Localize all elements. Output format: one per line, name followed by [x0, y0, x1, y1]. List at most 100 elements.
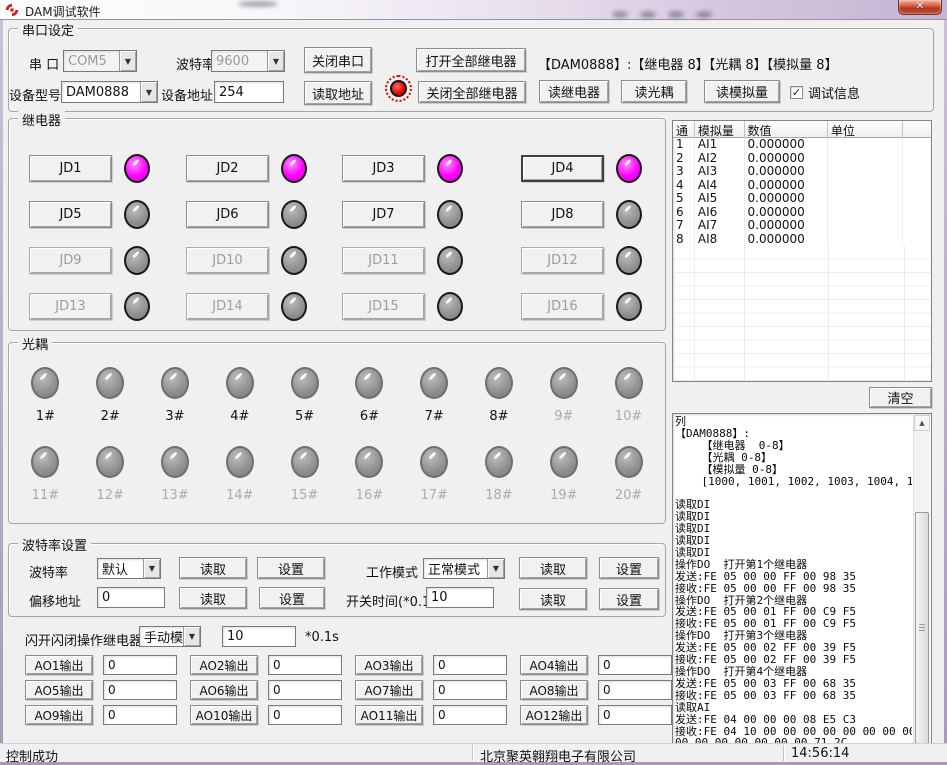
relay-button[interactable]: JD5	[29, 201, 112, 228]
col-header-unit[interactable]: 单位	[828, 121, 903, 138]
ao-output-grid: AO1输出 AO2输出 AO3输出 AO4输出 AO5输出	[25, 655, 685, 730]
opto-led-indicator	[226, 367, 254, 399]
relay-cell: JD10	[186, 237, 342, 283]
table-row[interactable]: 8 AI8 0.000000	[673, 233, 931, 247]
ao-output-input[interactable]	[268, 655, 342, 675]
ao-output-button[interactable]: AO11输出	[355, 705, 423, 725]
relay-button[interactable]: JD10	[186, 247, 269, 274]
table-row[interactable]: 6 AI6 0.000000	[673, 206, 931, 220]
read-relay-button[interactable]: 读继电器	[539, 80, 609, 103]
ao-output-input[interactable]	[433, 705, 507, 725]
read-opto-button[interactable]: 读光耦	[621, 80, 687, 103]
ao-output-button[interactable]: AO8输出	[520, 680, 588, 700]
port-combobox[interactable]: COM5 ▼	[63, 50, 137, 72]
relay-button[interactable]: JD15	[342, 293, 425, 320]
work-mode-set-button[interactable]: 设置	[599, 557, 659, 579]
relay-button[interactable]: JD1	[29, 155, 112, 182]
ao-output-input[interactable]	[433, 680, 507, 700]
ao-output-input[interactable]	[433, 655, 507, 675]
offset-read-button[interactable]: 读取	[179, 587, 247, 609]
ao-output-input[interactable]	[598, 655, 672, 675]
table-row[interactable]: 5 AI5 0.000000	[673, 192, 931, 206]
baudrate-set-button[interactable]: 设置	[257, 557, 325, 579]
serial-settings-group: 串口设定 串 口 COM5 ▼ 波特率 9600 ▼ 关闭串口 打开全部继电器 …	[8, 28, 934, 112]
ao-output-input[interactable]	[103, 655, 177, 675]
ao-output-button[interactable]: AO4输出	[520, 655, 588, 675]
relay-button[interactable]: JD11	[342, 247, 425, 274]
baudrate-setting-combobox[interactable]: 默认 ▼	[97, 558, 161, 579]
col-header-value[interactable]: 数值	[745, 121, 828, 138]
relay-button[interactable]: JD14	[186, 293, 269, 320]
ao-output-input[interactable]	[598, 680, 672, 700]
relay-button[interactable]: JD16	[521, 293, 604, 320]
col-header-channel[interactable]: 通	[673, 121, 695, 138]
table-row[interactable]: 2 AI2 0.000000	[673, 152, 931, 166]
flash-mode-combobox[interactable]: 手动模式 ▼	[139, 626, 201, 647]
ao-output-button[interactable]: AO1输出	[25, 655, 93, 675]
ao-output-button[interactable]: AO9输出	[25, 705, 93, 725]
baudrate-combobox[interactable]: 9600 ▼	[211, 50, 285, 72]
relay-button[interactable]: JD4	[521, 155, 604, 182]
clear-log-button[interactable]: 清空	[869, 387, 932, 408]
open-all-relays-button[interactable]: 打开全部继电器	[416, 48, 526, 72]
work-mode-combobox[interactable]: 正常模式 ▼	[423, 558, 505, 579]
debug-info-checkbox[interactable]: ✓ 调试信息	[790, 83, 860, 102]
ao-output-input[interactable]	[598, 705, 672, 725]
table-row[interactable]: 7 AI7 0.000000	[673, 219, 931, 233]
ao-output-button[interactable]: AO6输出	[190, 680, 258, 700]
desktop-blur-blob	[238, 1, 278, 7]
relay-button[interactable]: JD6	[186, 201, 269, 228]
opto-led-indicator	[355, 367, 383, 399]
ao-output-button[interactable]: AO10输出	[190, 705, 258, 725]
table-row[interactable]: 4 AI4 0.000000	[673, 179, 931, 193]
ao-output-button[interactable]: AO3输出	[355, 655, 423, 675]
ao-output-button[interactable]: AO5输出	[25, 680, 93, 700]
debug-info-label: 调试信息	[808, 83, 860, 102]
ao-output-input[interactable]	[268, 680, 342, 700]
device-model-combobox[interactable]: DAM0888 ▼	[61, 81, 158, 103]
ao-output-input[interactable]	[268, 705, 342, 725]
ao-output-input[interactable]	[103, 680, 177, 700]
opto-channel-label: 19#	[550, 488, 577, 503]
work-mode-read-button[interactable]: 读取	[519, 557, 587, 579]
ao-output-button[interactable]: AO12输出	[520, 705, 588, 725]
scrollbar-thumb[interactable]	[915, 512, 929, 744]
opto-cell: 9#	[531, 367, 596, 424]
close-serial-button[interactable]: 关闭串口	[304, 47, 372, 73]
close-all-relays-button[interactable]: 关闭全部继电器	[418, 81, 526, 103]
ao-output-button[interactable]: AO7输出	[355, 680, 423, 700]
relay-button[interactable]: JD3	[342, 155, 425, 182]
opto-group: 光耦 1# 2# 3# 4#	[8, 342, 666, 524]
titlebar[interactable]: DAM调试软件 ✕	[0, 0, 947, 20]
table-row[interactable]: 3 AI3 0.000000	[673, 165, 931, 179]
log-panel[interactable]: 列 【DAM0888】: 【继电器 0-8】 【光耦 0-8】 【模拟量 0-8…	[672, 413, 932, 748]
relay-button[interactable]: JD2	[186, 155, 269, 182]
switch-time-input[interactable]	[426, 587, 494, 608]
table-row[interactable]: 1 AI1 0.000000	[673, 138, 931, 152]
ao-output-cell: AO9输出	[25, 705, 190, 730]
offset-address-input[interactable]	[97, 587, 165, 608]
relay-button[interactable]: JD13	[29, 293, 112, 320]
close-button[interactable]: ✕	[898, 0, 942, 15]
relay-button[interactable]: JD12	[521, 247, 604, 274]
relay-button[interactable]: JD9	[29, 247, 112, 274]
scrollbar-up-icon[interactable]: ▲	[914, 415, 930, 431]
device-address-input[interactable]	[214, 81, 284, 103]
relay-button[interactable]: JD7	[342, 201, 425, 228]
log-scrollbar[interactable]: ▲	[913, 415, 930, 746]
switch-time-set-button[interactable]: 设置	[599, 588, 659, 610]
ao-output-input[interactable]	[103, 705, 177, 725]
relay-led-indicator	[124, 154, 150, 183]
relay-button[interactable]: JD8	[521, 201, 604, 228]
window-title: DAM调试软件	[25, 3, 101, 20]
ao-output-button[interactable]: AO2输出	[190, 655, 258, 675]
baudrate-read-button[interactable]: 读取	[179, 557, 247, 579]
read-analog-button[interactable]: 读模拟量	[704, 80, 780, 103]
col-header-analog[interactable]: 模拟量	[695, 121, 745, 138]
switch-time-read-button[interactable]: 读取	[519, 588, 587, 610]
read-address-button[interactable]: 读取地址	[304, 81, 372, 105]
flash-time-input[interactable]	[222, 626, 296, 647]
relay-cell: JD16	[521, 283, 665, 329]
opto-channel-label: 16#	[356, 488, 383, 503]
offset-set-button[interactable]: 设置	[259, 587, 325, 609]
